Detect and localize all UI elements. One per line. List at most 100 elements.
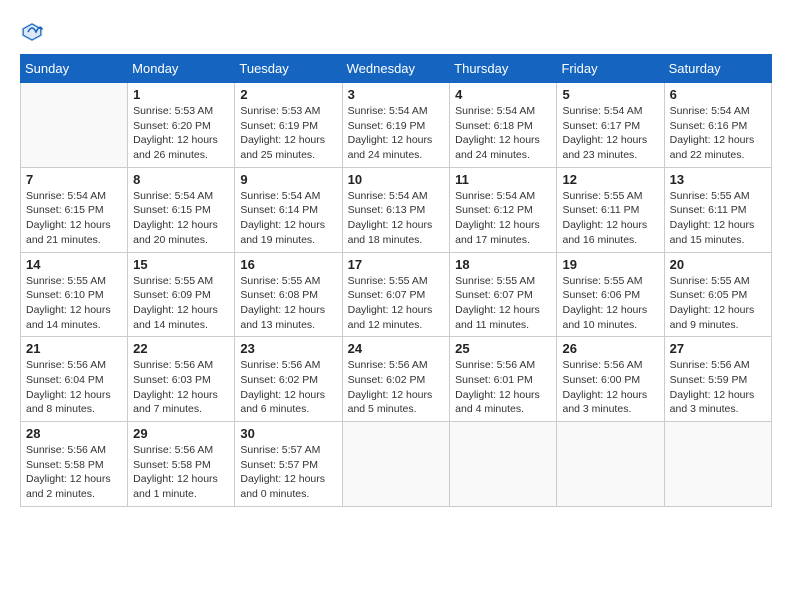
day-number: 16 bbox=[240, 257, 336, 272]
calendar-cell bbox=[450, 422, 557, 507]
day-number: 20 bbox=[670, 257, 766, 272]
day-info: Sunrise: 5:53 AM Sunset: 6:19 PM Dayligh… bbox=[240, 104, 336, 163]
day-info: Sunrise: 5:55 AM Sunset: 6:08 PM Dayligh… bbox=[240, 274, 336, 333]
day-number: 1 bbox=[133, 87, 229, 102]
calendar-cell: 11 Sunrise: 5:54 AM Sunset: 6:12 PM Dayli… bbox=[450, 167, 557, 252]
calendar-cell: 21 Sunrise: 5:56 AM Sunset: 6:04 PM Dayli… bbox=[21, 337, 128, 422]
day-info: Sunrise: 5:56 AM Sunset: 6:00 PM Dayligh… bbox=[562, 358, 658, 417]
day-info: Sunrise: 5:56 AM Sunset: 6:02 PM Dayligh… bbox=[240, 358, 336, 417]
calendar-cell: 18 Sunrise: 5:55 AM Sunset: 6:07 PM Dayli… bbox=[450, 252, 557, 337]
day-info: Sunrise: 5:54 AM Sunset: 6:15 PM Dayligh… bbox=[133, 189, 229, 248]
calendar-cell: 10 Sunrise: 5:54 AM Sunset: 6:13 PM Dayli… bbox=[342, 167, 450, 252]
calendar-cell: 12 Sunrise: 5:55 AM Sunset: 6:11 PM Dayli… bbox=[557, 167, 664, 252]
day-info: Sunrise: 5:55 AM Sunset: 6:07 PM Dayligh… bbox=[455, 274, 551, 333]
calendar-cell: 3Sunrise: 5:54 AM Sunset: 6:19 PM Daylig… bbox=[342, 83, 450, 168]
day-number: 23 bbox=[240, 341, 336, 356]
day-info: Sunrise: 5:54 AM Sunset: 6:16 PM Dayligh… bbox=[670, 104, 766, 163]
day-number: 10 bbox=[348, 172, 445, 187]
day-number: 19 bbox=[562, 257, 658, 272]
calendar-cell: 17 Sunrise: 5:55 AM Sunset: 6:07 PM Dayli… bbox=[342, 252, 450, 337]
calendar-cell bbox=[664, 422, 771, 507]
day-info: Sunrise: 5:54 AM Sunset: 6:13 PM Dayligh… bbox=[348, 189, 445, 248]
day-number: 18 bbox=[455, 257, 551, 272]
calendar-header-row: SundayMondayTuesdayWednesdayThursdayFrid… bbox=[21, 55, 772, 83]
day-info: Sunrise: 5:55 AM Sunset: 6:05 PM Dayligh… bbox=[670, 274, 766, 333]
calendar-week-row: 7 Sunrise: 5:54 AM Sunset: 6:15 PM Daylig… bbox=[21, 167, 772, 252]
day-info: Sunrise: 5:57 AM Sunset: 5:57 PM Dayligh… bbox=[240, 443, 336, 502]
day-number: 7 bbox=[26, 172, 122, 187]
calendar-cell: 9 Sunrise: 5:54 AM Sunset: 6:14 PM Daylig… bbox=[235, 167, 342, 252]
day-info: Sunrise: 5:54 AM Sunset: 6:14 PM Dayligh… bbox=[240, 189, 336, 248]
day-info: Sunrise: 5:56 AM Sunset: 5:59 PM Dayligh… bbox=[670, 358, 766, 417]
calendar-cell: 25 Sunrise: 5:56 AM Sunset: 6:01 PM Dayli… bbox=[450, 337, 557, 422]
day-info: Sunrise: 5:54 AM Sunset: 6:17 PM Dayligh… bbox=[562, 104, 658, 163]
day-number: 4 bbox=[455, 87, 551, 102]
day-info: Sunrise: 5:56 AM Sunset: 6:04 PM Dayligh… bbox=[26, 358, 122, 417]
day-number: 21 bbox=[26, 341, 122, 356]
column-header-monday: Monday bbox=[128, 55, 235, 83]
calendar-cell: 2 Sunrise: 5:53 AM Sunset: 6:19 PM Daylig… bbox=[235, 83, 342, 168]
calendar-cell bbox=[21, 83, 128, 168]
day-number: 9 bbox=[240, 172, 336, 187]
calendar-week-row: 21 Sunrise: 5:56 AM Sunset: 6:04 PM Dayli… bbox=[21, 337, 772, 422]
calendar-cell: 19Sunrise: 5:55 AM Sunset: 6:06 PM Dayli… bbox=[557, 252, 664, 337]
day-info: Sunrise: 5:56 AM Sunset: 6:01 PM Dayligh… bbox=[455, 358, 551, 417]
calendar-week-row: 14Sunrise: 5:55 AM Sunset: 6:10 PM Dayli… bbox=[21, 252, 772, 337]
day-number: 8 bbox=[133, 172, 229, 187]
calendar-cell: 23 Sunrise: 5:56 AM Sunset: 6:02 PM Dayli… bbox=[235, 337, 342, 422]
day-number: 12 bbox=[562, 172, 658, 187]
calendar-cell: 22 Sunrise: 5:56 AM Sunset: 6:03 PM Dayli… bbox=[128, 337, 235, 422]
day-info: Sunrise: 5:55 AM Sunset: 6:11 PM Dayligh… bbox=[562, 189, 658, 248]
day-number: 26 bbox=[562, 341, 658, 356]
day-info: Sunrise: 5:55 AM Sunset: 6:11 PM Dayligh… bbox=[670, 189, 766, 248]
day-number: 15 bbox=[133, 257, 229, 272]
day-number: 5 bbox=[562, 87, 658, 102]
day-info: Sunrise: 5:56 AM Sunset: 6:03 PM Dayligh… bbox=[133, 358, 229, 417]
day-number: 27 bbox=[670, 341, 766, 356]
calendar-cell: 29Sunrise: 5:56 AM Sunset: 5:58 PM Dayli… bbox=[128, 422, 235, 507]
calendar-cell: 4 Sunrise: 5:54 AM Sunset: 6:18 PM Daylig… bbox=[450, 83, 557, 168]
calendar-cell: 15 Sunrise: 5:55 AM Sunset: 6:09 PM Dayli… bbox=[128, 252, 235, 337]
calendar-cell: 6 Sunrise: 5:54 AM Sunset: 6:16 PM Daylig… bbox=[664, 83, 771, 168]
day-info: Sunrise: 5:55 AM Sunset: 6:07 PM Dayligh… bbox=[348, 274, 445, 333]
column-header-wednesday: Wednesday bbox=[342, 55, 450, 83]
logo-icon bbox=[20, 20, 44, 44]
column-header-sunday: Sunday bbox=[21, 55, 128, 83]
calendar-cell bbox=[342, 422, 450, 507]
calendar-cell: 24 Sunrise: 5:56 AM Sunset: 6:02 PM Dayli… bbox=[342, 337, 450, 422]
day-info: Sunrise: 5:53 AM Sunset: 6:20 PM Dayligh… bbox=[133, 104, 229, 163]
day-number: 11 bbox=[455, 172, 551, 187]
day-info: Sunrise: 5:54 AM Sunset: 6:12 PM Dayligh… bbox=[455, 189, 551, 248]
calendar-cell: 14Sunrise: 5:55 AM Sunset: 6:10 PM Dayli… bbox=[21, 252, 128, 337]
calendar-cell: 20 Sunrise: 5:55 AM Sunset: 6:05 PM Dayli… bbox=[664, 252, 771, 337]
day-info: Sunrise: 5:56 AM Sunset: 5:58 PM Dayligh… bbox=[26, 443, 122, 502]
column-header-thursday: Thursday bbox=[450, 55, 557, 83]
column-header-friday: Friday bbox=[557, 55, 664, 83]
calendar-cell bbox=[557, 422, 664, 507]
day-info: Sunrise: 5:56 AM Sunset: 6:02 PM Dayligh… bbox=[348, 358, 445, 417]
day-number: 14 bbox=[26, 257, 122, 272]
day-number: 2 bbox=[240, 87, 336, 102]
calendar-cell: 16 Sunrise: 5:55 AM Sunset: 6:08 PM Dayli… bbox=[235, 252, 342, 337]
day-number: 25 bbox=[455, 341, 551, 356]
calendar-cell: 30Sunrise: 5:57 AM Sunset: 5:57 PM Dayli… bbox=[235, 422, 342, 507]
day-number: 24 bbox=[348, 341, 445, 356]
day-number: 13 bbox=[670, 172, 766, 187]
column-header-saturday: Saturday bbox=[664, 55, 771, 83]
calendar-cell: 13 Sunrise: 5:55 AM Sunset: 6:11 PM Dayli… bbox=[664, 167, 771, 252]
day-info: Sunrise: 5:54 AM Sunset: 6:18 PM Dayligh… bbox=[455, 104, 551, 163]
day-number: 6 bbox=[670, 87, 766, 102]
day-info: Sunrise: 5:54 AM Sunset: 6:15 PM Dayligh… bbox=[26, 189, 122, 248]
calendar-cell: 8 Sunrise: 5:54 AM Sunset: 6:15 PM Daylig… bbox=[128, 167, 235, 252]
day-info: Sunrise: 5:55 AM Sunset: 6:09 PM Dayligh… bbox=[133, 274, 229, 333]
calendar-cell: 7 Sunrise: 5:54 AM Sunset: 6:15 PM Daylig… bbox=[21, 167, 128, 252]
day-number: 22 bbox=[133, 341, 229, 356]
calendar-week-row: 1 Sunrise: 5:53 AM Sunset: 6:20 PM Daylig… bbox=[21, 83, 772, 168]
day-number: 17 bbox=[348, 257, 445, 272]
column-header-tuesday: Tuesday bbox=[235, 55, 342, 83]
calendar-cell: 26 Sunrise: 5:56 AM Sunset: 6:00 PM Dayli… bbox=[557, 337, 664, 422]
calendar-cell: 28 Sunrise: 5:56 AM Sunset: 5:58 PM Dayli… bbox=[21, 422, 128, 507]
logo bbox=[20, 20, 48, 44]
day-number: 29 bbox=[133, 426, 229, 441]
day-number: 28 bbox=[26, 426, 122, 441]
